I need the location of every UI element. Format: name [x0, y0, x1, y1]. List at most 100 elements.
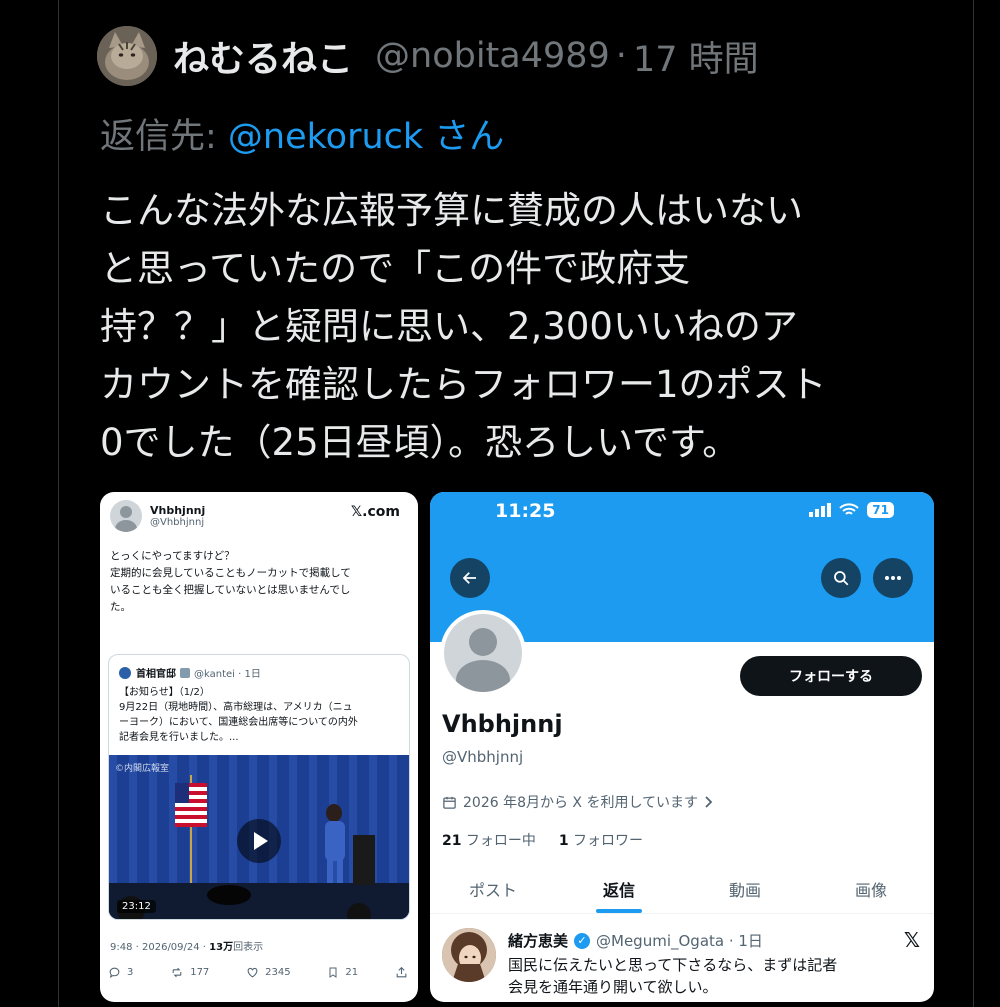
profile-avatar[interactable]	[440, 610, 526, 696]
embedded-text-line: とっくにやってますけど？	[110, 550, 235, 562]
video-duration: 23:12	[117, 900, 156, 913]
reply-post[interactable]: 緒方恵美 ✓ @Megumi_Ogata · 1日 𝕏 国民に伝えたいと思って下…	[430, 916, 934, 1002]
embedded-avatar	[110, 500, 142, 532]
attached-image-left[interactable]: Vhbhjnnj @Vhbhjnnj 𝕏.com とっくにやってますけど？ 定期…	[100, 492, 418, 1002]
tweet-body-line: 0でした（25日昼頃）。恐ろしいです。	[100, 421, 740, 464]
profile-handle: @Vhbhjnnj	[442, 748, 524, 766]
author-avatar[interactable]	[97, 26, 157, 86]
embedded-actions: 3 177 2345 21	[108, 966, 408, 979]
reply-header: 緒方恵美 ✓ @Megumi_Ogata · 1日	[508, 930, 763, 951]
back-button[interactable]	[450, 558, 490, 598]
emblem-icon	[119, 666, 131, 679]
battery-indicator: 71	[867, 502, 894, 518]
reply-text-line: 国民に伝えたいと思って下さるなら、まずは記者	[508, 956, 838, 974]
embedded-text-line: た。	[110, 601, 131, 613]
author-name[interactable]: ねむるねこ	[173, 30, 353, 82]
embedded-name: Vhbhjnnj	[150, 504, 206, 517]
follow-button[interactable]: フォローする	[740, 656, 922, 696]
quoted-header: 首相官邸 @kantei · 1日	[119, 665, 261, 680]
reply-author-handle: @Megumi_Ogata · 1日	[596, 932, 763, 950]
tab-posts[interactable]: ポスト	[430, 864, 556, 913]
followers-count: 1	[558, 833, 569, 849]
bookmark-action: 21	[327, 966, 358, 979]
share-icon	[396, 966, 407, 978]
more-button[interactable]	[873, 558, 913, 598]
reply-avatar	[442, 928, 496, 982]
author-handle[interactable]: @nobita4989	[375, 36, 610, 76]
meta-views-suffix: 回表示	[233, 942, 264, 953]
quoted-handle: @kantei · 1日	[194, 669, 261, 680]
share-action	[395, 966, 408, 979]
calendar-icon	[443, 796, 456, 809]
reply-text-line: 会見を通年通り開いて欲しい。	[508, 978, 718, 996]
quoted-post: 首相官邸 @kantei · 1日 【お知らせ】（1/2） 9月22日（現地時間…	[108, 654, 410, 920]
video-watermark: ©内閣広報室	[115, 764, 170, 774]
search-button[interactable]	[821, 558, 861, 598]
tab-images[interactable]: 画像	[808, 864, 934, 913]
signal-icon	[809, 503, 832, 517]
separator: ·	[615, 36, 627, 76]
bookmark-count: 21	[345, 967, 359, 978]
attached-image-right[interactable]: 11:25 71 フォローする Vhbhjnnj @Vhbhjnnj 2026 …	[430, 492, 934, 1002]
quoted-text-line: 記者会見を行いました。...	[119, 732, 239, 743]
reply-icon	[109, 967, 120, 978]
profile-joined: 2026 年8月から X を利用しています	[442, 792, 714, 812]
embedded-post-text: とっくにやってますけど？ 定期的に会見していることもノーカットで掲載して いるこ…	[110, 548, 410, 616]
embedded-meta: 9:48 · 2026/09/24 · 13万回表示	[110, 938, 263, 953]
meta-views: 13万	[209, 942, 234, 953]
like-action: 2345	[246, 966, 291, 979]
repost-action: 177	[170, 966, 209, 979]
tweet-body-line: 持？？」と疑問に思い、2,300いいねのア	[100, 305, 798, 348]
tab-videos[interactable]: 動画	[682, 864, 808, 913]
following-label: フォロー中	[461, 833, 536, 849]
tweet-body: こんな法外な広報予算に賛成の人はいない と思っていたので「この件で政府支 持？？…	[100, 182, 910, 472]
search-icon	[834, 571, 849, 586]
quoted-text-line: ーヨーク）において、国連総会出席等についての内外	[119, 717, 358, 728]
profile-follow-counts[interactable]: 21 フォロー中 1 フォロワー	[442, 830, 643, 850]
embedded-text-line: いることも全く把握していないとは思いませんでし	[110, 584, 351, 596]
more-icon	[885, 576, 901, 580]
profile-tabs: ポスト 返信 動画 画像	[430, 864, 934, 914]
embedded-text-line: 定期的に会見していることもノーカットで掲載して	[110, 567, 351, 579]
reply-author-name: 緒方恵美	[508, 932, 569, 950]
joined-text: 2026 年8月から X を利用しています	[463, 795, 699, 811]
tweet-time[interactable]: 17 時間	[633, 31, 759, 82]
wifi-icon	[839, 503, 859, 515]
verified-icon: ✓	[574, 932, 591, 949]
quoted-text-line: 9月22日（現地時間）、高市総理は、アメリカ（ニュ	[119, 702, 353, 713]
reply-action: 3	[108, 966, 133, 979]
following-count: 21	[442, 833, 462, 849]
gray-verified-icon	[180, 667, 190, 678]
repost-icon	[172, 967, 182, 978]
bookmark-icon	[329, 967, 337, 978]
tweet-header: ねむるねこ @nobita4989 · 17 時間	[97, 24, 759, 88]
reply-mention-link[interactable]: @nekoruck	[228, 117, 423, 157]
profile-name: Vhbhjnnj	[442, 710, 563, 738]
reply-count: 3	[127, 967, 134, 978]
x-logo-site: 𝕏.com	[350, 504, 400, 520]
followers-label: フォロワー	[568, 833, 644, 849]
chevron-right-icon	[705, 796, 713, 808]
quoted-text-line: 【お知らせ】（1/2）	[119, 687, 210, 698]
reply-prefix: 返信先:	[100, 117, 228, 157]
quoted-text: 【お知らせ】（1/2） 9月22日（現地時間）、高市総理は、アメリカ（ニュ ーヨ…	[119, 685, 407, 745]
play-icon[interactable]	[237, 819, 281, 863]
tab-replies[interactable]: 返信	[556, 864, 682, 913]
like-count: 2345	[265, 967, 291, 978]
tweet-body-line: こんな法外な広報予算に賛成の人はいない	[100, 189, 803, 232]
embedded-handle: @Vhbhjnnj	[150, 517, 205, 528]
reply-text: 国民に伝えたいと思って下さるなら、まずは記者 会見を通年通り開いて欲しい。	[508, 954, 922, 998]
back-arrow-icon	[462, 572, 476, 584]
quoted-video: ©内閣広報室 23:12	[109, 755, 409, 919]
heart-icon	[247, 967, 258, 978]
reply-suffix: さん	[423, 117, 505, 157]
repost-count: 177	[190, 967, 210, 978]
meta-timestamp: 9:48 · 2026/09/24 ·	[110, 942, 210, 953]
reply-to-line: 返信先: @nekoruck さん	[100, 108, 504, 159]
embedded-post-header: Vhbhjnnj @Vhbhjnnj	[110, 500, 205, 532]
x-logo-icon: 𝕏	[903, 928, 920, 952]
tweet-body-line: と思っていたので「この件で政府支	[100, 247, 691, 290]
status-time: 11:25	[495, 500, 556, 522]
quoted-name: 首相官邸	[136, 669, 176, 680]
status-icons: 71	[809, 502, 894, 518]
